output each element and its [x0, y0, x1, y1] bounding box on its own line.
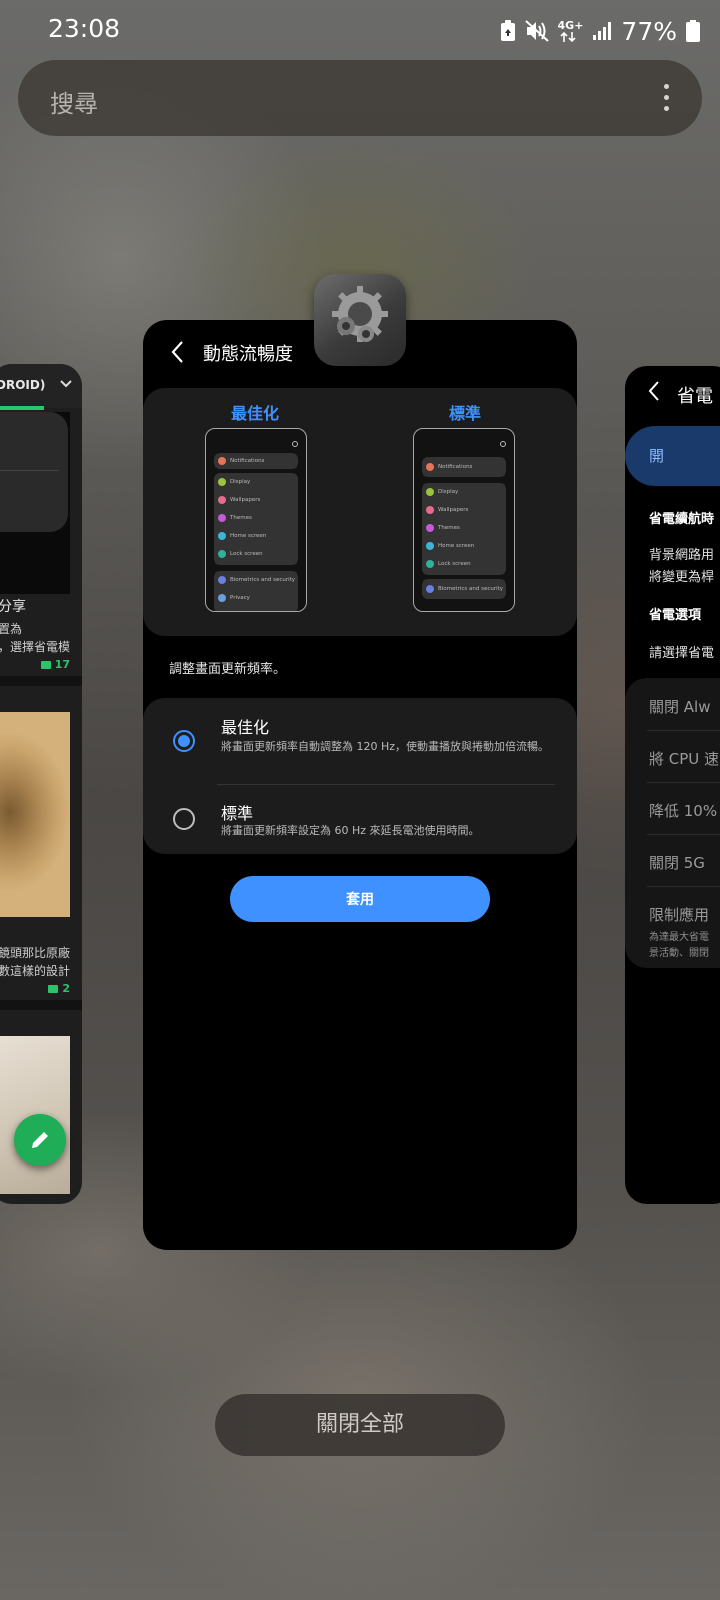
option-subtitle-standard: 將畫面更新頻率設定為 60 Hz 來延長電池使用時間。: [221, 824, 480, 837]
preview-label-optimized: 最佳化: [231, 404, 280, 423]
back-arrow-icon[interactable]: [647, 380, 661, 402]
power-option-item[interactable]: 將 CPU 速: [649, 748, 719, 769]
comment-count: 17: [40, 658, 70, 671]
close-all-button[interactable]: 關閉全部: [215, 1394, 505, 1456]
left-card-text: ，選擇省電模: [0, 640, 71, 654]
status-bar: 23:08 4G+ 77%: [0, 0, 720, 60]
left-card-photo: [0, 712, 70, 917]
phone-preview-optimized: Notifications Display Wallpapers Themes …: [205, 428, 307, 612]
status-time: 23:08: [48, 14, 121, 43]
more-options-icon[interactable]: [662, 84, 670, 114]
radio-optimized[interactable]: [173, 730, 195, 752]
search-icon: [292, 441, 298, 447]
power-option-subtext: 景活動、關閉: [649, 948, 709, 959]
close-all-label: 關閉全部: [315, 1412, 404, 1437]
section-heading: 省電續航時: [649, 512, 715, 527]
refresh-rate-options: 最佳化 將畫面更新頻率自動調整為 120 Hz，使動畫播放與捲動加倍流暢。 標準…: [143, 698, 577, 854]
option-subtitle-optimized: 將畫面更新頻率自動調整為 120 Hz，使動畫播放與捲動加倍流暢。: [221, 740, 550, 753]
search-bar[interactable]: 搜尋: [18, 60, 702, 136]
pencil-icon: [32, 1132, 48, 1148]
back-arrow-icon[interactable]: [169, 340, 185, 364]
signal-icon: [593, 22, 612, 40]
option-title-standard[interactable]: 標準: [221, 800, 253, 824]
compose-button[interactable]: [14, 1114, 66, 1166]
left-card-text: 數這樣的設計: [0, 964, 71, 978]
left-card-separator: [0, 676, 82, 686]
radio-standard[interactable]: [173, 808, 195, 830]
section-text: 請選擇省電: [649, 646, 715, 661]
preview-label-standard: 標準: [449, 404, 482, 423]
toggle-label: 開: [649, 447, 665, 465]
divider: [647, 886, 720, 887]
power-option-subtext: 為達最大省電: [649, 932, 709, 943]
refresh-rate-description: 調整畫面更新頻率。: [169, 662, 287, 677]
network-type-label: 4G+: [557, 18, 584, 32]
left-card-header: DROID): [0, 364, 82, 408]
status-icons: 4G+ 77%: [500, 14, 700, 48]
search-icon: [500, 441, 506, 447]
power-option-item[interactable]: 關閉 5G: [649, 852, 705, 873]
gear-icon: [332, 286, 388, 342]
search-placeholder: 搜尋: [50, 90, 98, 118]
battery-percentage: 77%: [621, 16, 677, 46]
comment-icon: [40, 660, 51, 669]
page-title: 動態流暢度: [203, 344, 293, 365]
divider: [647, 730, 720, 731]
power-option-item[interactable]: 降低 10%: [649, 800, 717, 821]
power-option-item[interactable]: 關閉 Alw: [649, 696, 710, 717]
settings-app-icon[interactable]: [314, 274, 406, 366]
data-arrows-icon: [559, 31, 576, 42]
divider: [647, 782, 720, 783]
left-card-text: 置為: [0, 622, 23, 636]
section-text: 背景網路用: [649, 548, 715, 563]
power-option-item[interactable]: 限制應用: [649, 904, 709, 925]
left-card-text: 分享: [0, 599, 26, 615]
divider: [647, 834, 720, 835]
comment-icon: [48, 984, 59, 993]
left-card-bubble: [0, 412, 68, 532]
left-card-title: DROID): [0, 378, 46, 392]
left-card-divider: [0, 470, 58, 471]
battery-icon: [686, 20, 700, 42]
right-card-title: 省電: [677, 386, 713, 407]
chevron-down-icon: [60, 380, 72, 388]
section-heading: 省電選項: [649, 608, 702, 623]
network-indicator: 4G+: [557, 18, 584, 43]
battery-saver-icon: [500, 20, 515, 41]
mute-icon: [524, 20, 549, 42]
section-text: 將變更為桿: [649, 570, 715, 585]
refresh-rate-preview: 最佳化 標準 Notifications Display Wallpapers …: [143, 388, 577, 636]
recent-app-card-right[interactable]: 省電 開 省電續航時 背景網路用 將變更為桿 省電選項 請選擇省電 關閉 Alw…: [625, 366, 720, 1204]
power-saving-toggle[interactable]: 開: [625, 426, 720, 486]
apply-button[interactable]: 套用: [230, 876, 490, 922]
recent-app-card-center[interactable]: 動態流暢度 最佳化 標準 Notifications Display Wallp…: [143, 320, 577, 1250]
left-card-separator: [0, 1000, 82, 1010]
option-divider: [217, 784, 555, 785]
left-card-active-tab-indicator: [0, 406, 44, 410]
option-title-optimized[interactable]: 最佳化: [221, 714, 269, 738]
left-card-text: 鏡頭那比原廠: [0, 946, 71, 960]
phone-preview-standard: Notifications Display Wallpapers Themes …: [413, 428, 515, 612]
apply-button-label: 套用: [346, 891, 374, 907]
recent-app-card-left[interactable]: DROID) 分享 置為 ，選擇省電模 17 鏡頭那比原廠 數這樣的設計 2: [0, 364, 82, 1204]
comment-count: 2: [48, 982, 70, 995]
